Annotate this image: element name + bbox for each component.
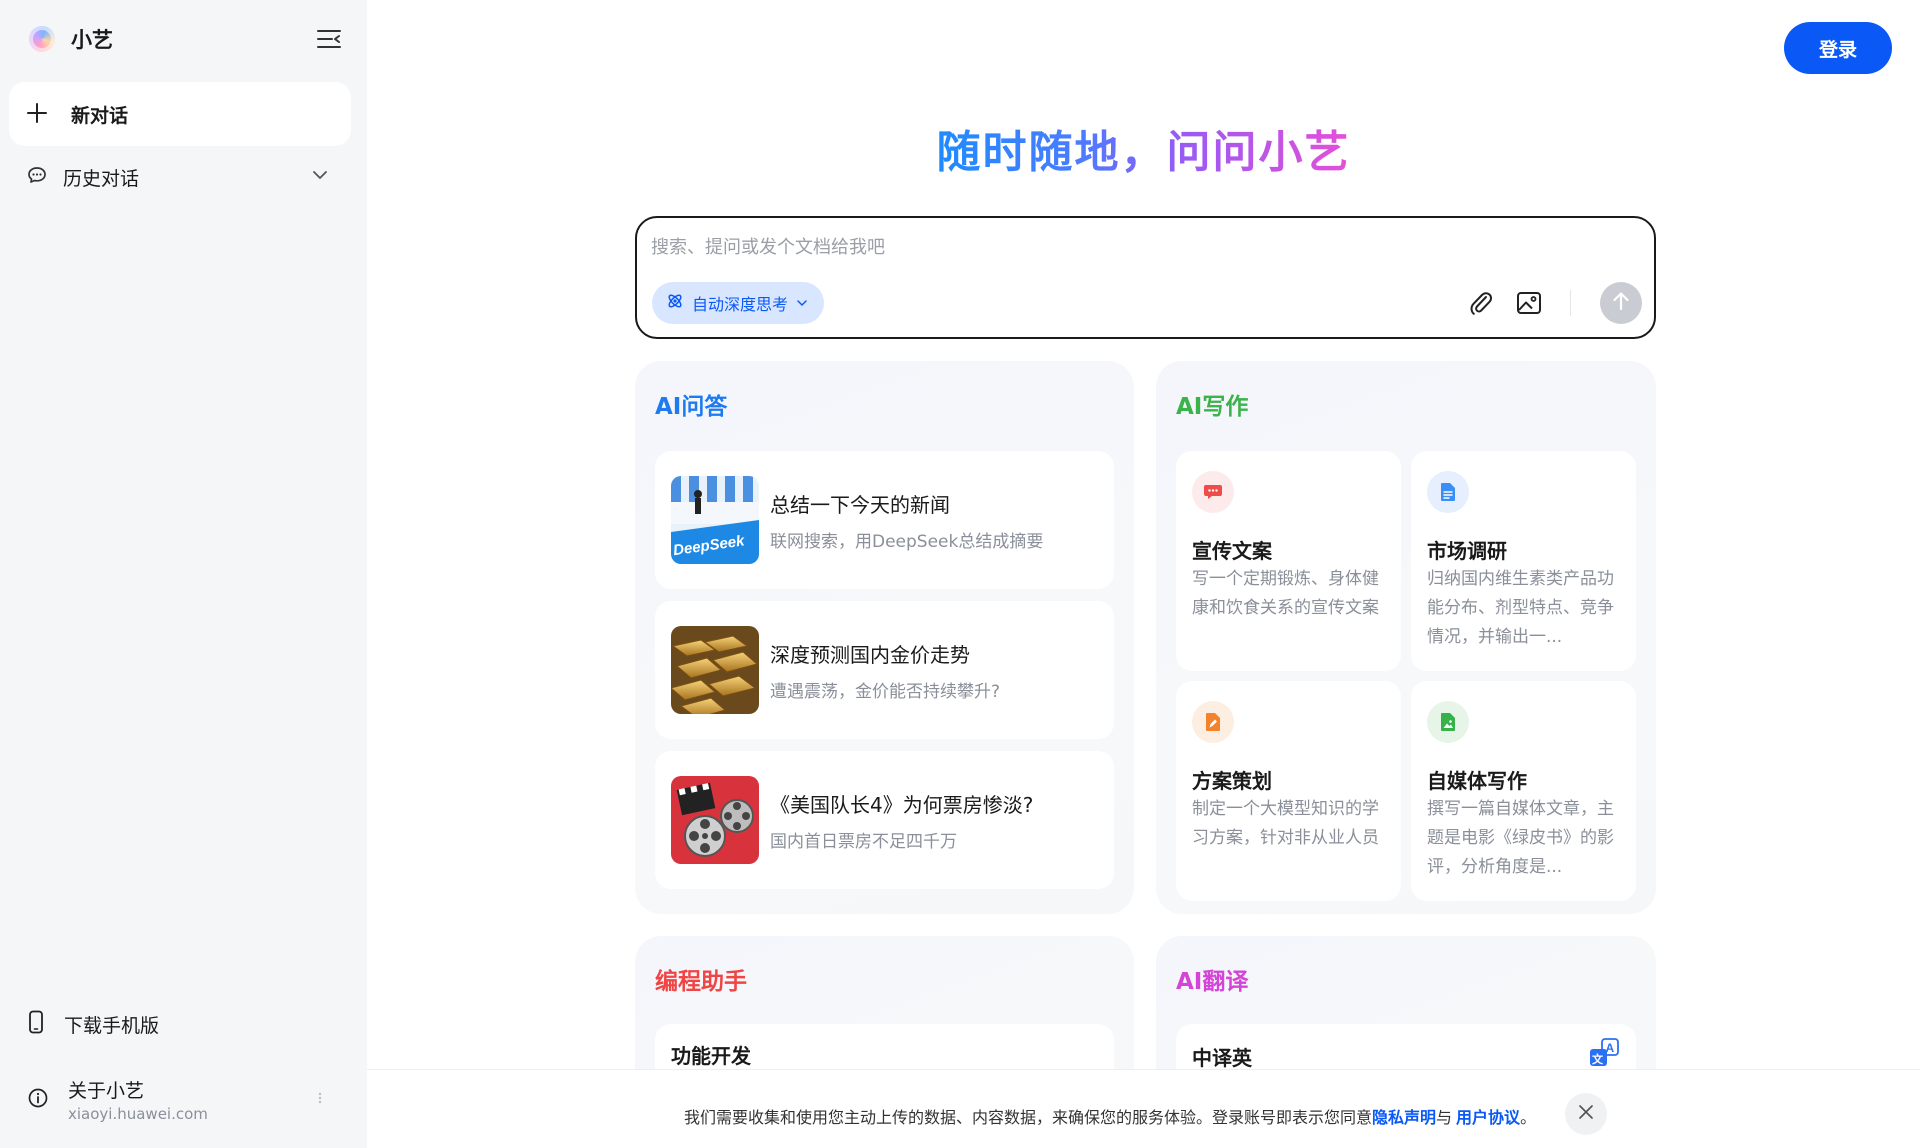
deep-think-label: 自动深度思考 [692,295,789,314]
info-icon [28,1088,48,1112]
qa-item-subtitle: 遭遇震荡，金价能否持续攀升? [770,682,1001,702]
document-icon [1427,471,1469,513]
consent-message: 我们需要收集和使用您主动上传的数据、内容数据，来确保您的服务体验。登录账号即表示… [684,1104,1536,1128]
download-mobile-button[interactable]: 下载手机版 [28,1010,159,1038]
coding-item-title: 功能开发 [671,1044,751,1068]
gold-bars-image [671,626,759,714]
writing-item-promo-copy[interactable]: 宣传文案 写一个定期锻炼、身体健康和饮食关系的宣传文案 [1176,451,1401,671]
close-icon [1578,1104,1594,1124]
collapse-sidebar-icon[interactable] [316,28,342,50]
atom-icon [666,292,684,314]
writing-item-desc: 写一个定期锻炼、身体健康和饮食关系的宣传文案 [1192,569,1379,618]
xiaoyi-logo-icon [29,26,55,52]
writing-item-title: 方案策划 [1192,769,1272,793]
qa-item-title: 总结一下今天的新闻 [770,493,950,517]
user-agreement-link[interactable]: 用户协议 [1456,1108,1520,1127]
about-domain: xiaoyi.huawei.com [68,1105,208,1123]
consent-end: 。 [1520,1108,1537,1127]
composer: 自动深度思考 [635,216,1656,339]
arrow-up-icon [1610,290,1632,316]
translate-icon: A文 [1588,1038,1620,1072]
qa-item-gold-price[interactable]: 深度预测国内金价走势 遭遇震荡，金价能否持续攀升? [655,601,1114,739]
ai-translate-title: AI翻译 [1176,969,1249,995]
ai-qa-panel: AI问答 DeepSeek 总结一下今天的新闻 联网搜索，用DeepSeek总结… [635,361,1134,914]
toolbar-divider [1570,290,1571,316]
writing-item-plan[interactable]: 方案策划 制定一个大模型知识的学习方案，针对非从业人员 [1176,681,1401,901]
ai-qa-title: AI问答 [655,394,728,420]
deep-think-mode-selector[interactable]: 自动深度思考 [652,282,825,324]
qa-item-news-summary[interactable]: DeepSeek 总结一下今天的新闻 联网搜索，用DeepSeek总结成摘要 [655,451,1114,589]
hero: 随时随地，问问小艺 [0,116,1920,180]
about-text: 关于小艺 xiaoyi.huawei.com [68,1076,208,1123]
writing-item-title: 市场调研 [1427,539,1507,563]
download-mobile-label: 下载手机版 [64,1014,160,1037]
chat-bubble-icon [1192,471,1234,513]
privacy-statement-link[interactable]: 隐私声明 [1372,1108,1436,1127]
edit-document-icon [1192,701,1234,743]
qa-item-subtitle: 联网搜索，用DeepSeek总结成摘要 [770,532,1044,552]
close-consent-button[interactable] [1565,1093,1607,1135]
writing-item-desc: 撰写一篇自媒体文章，主题是电影《绿皮书》的影评，分析角度是... [1427,799,1614,877]
about-label: 关于小艺 [68,1080,145,1102]
coding-assistant-title: 编程助手 [655,969,747,995]
writing-item-self-media[interactable]: 自媒体写作 撰写一篇自媒体文章，主题是电影《绿皮书》的影评，分析角度是... [1411,681,1636,901]
writing-item-market-research[interactable]: 市场调研 归纳国内维生素类产品功能分布、剂型特点、竞争情况，并输出一... [1411,451,1636,671]
prompt-input[interactable] [651,232,1551,262]
svg-text:文: 文 [1592,1052,1604,1066]
chevron-down-icon [796,294,808,313]
send-button[interactable] [1600,282,1642,324]
login-button[interactable]: 登录 [1784,22,1892,74]
consent-joiner: 与 [1436,1108,1453,1127]
consent-text: 我们需要收集和使用您主动上传的数据、内容数据，来确保您的服务体验。登录账号即表示… [684,1108,1373,1127]
ai-writing-panel: AI写作 宣传文案 写一个定期锻炼、身体健康和饮食关系的宣传文案 市场调研 归纳… [1156,361,1656,914]
writing-item-title: 宣传文案 [1192,539,1272,563]
ai-writing-title: AI写作 [1176,394,1249,420]
paperclip-icon[interactable] [1467,289,1495,321]
phone-icon [28,1010,44,1038]
qa-item-subtitle: 国内首日票房不足四千万 [770,832,957,852]
image-upload-icon[interactable] [1515,289,1543,321]
image-document-icon [1427,701,1469,743]
about-xiaoyi-button[interactable]: 关于小艺 xiaoyi.huawei.com [28,1076,208,1123]
hero-title: 随时随地，问问小艺 [937,116,1351,180]
consent-bar: 我们需要收集和使用您主动上传的数据、内容数据，来确保您的服务体验。登录账号即表示… [367,1069,1920,1148]
film-reel-image [671,776,759,864]
writing-item-desc: 制定一个大模型知识的学习方案，针对非从业人员 [1192,799,1379,848]
brand[interactable]: 小艺 [29,24,113,54]
more-options-icon[interactable] [318,1092,322,1108]
qa-item-captain-america[interactable]: 《美国队长4》为何票房惨淡? 国内首日票房不足四千万 [655,751,1114,889]
translate-item-title: 中译英 [1192,1046,1252,1070]
news-thumbnail-image: DeepSeek [671,476,759,564]
qa-item-title: 《美国队长4》为何票房惨淡? [770,793,1034,817]
brand-name: 小艺 [71,28,113,52]
qa-item-title: 深度预测国内金价走势 [770,643,970,667]
writing-item-desc: 归纳国内维生素类产品功能分布、剂型特点、竞争情况，并输出一... [1427,569,1614,647]
writing-item-title: 自媒体写作 [1427,769,1527,793]
